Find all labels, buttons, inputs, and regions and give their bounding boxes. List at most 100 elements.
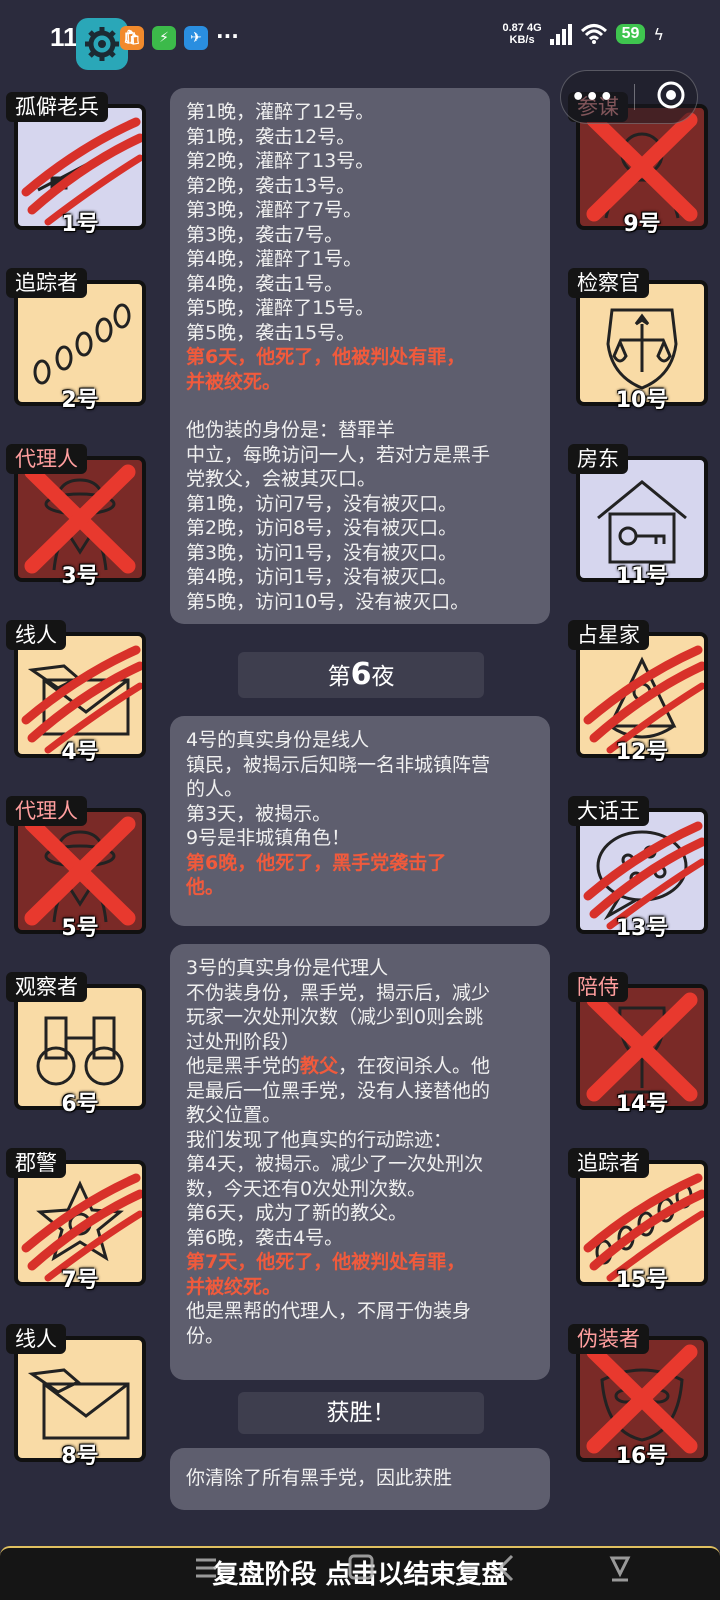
player-number: 7号 [61, 1268, 99, 1293]
player-number: 12号 [615, 740, 669, 765]
player-slot-2号[interactable]: 追踪者 2号 [6, 268, 146, 418]
player-number: 11号 [615, 564, 669, 589]
player-slot-4号[interactable]: 线人 4号 [6, 620, 146, 770]
log-line: 第2晚，袭击13号。 [186, 174, 356, 197]
player-number: 5号 [61, 916, 99, 941]
close-target-icon[interactable] [655, 79, 687, 115]
log-line: 是最后一位黑手党，没有人接替他的 [186, 1079, 491, 1102]
telegram-icon: ✈ [184, 26, 208, 50]
player-role-label: 孤僻老兵 [6, 92, 108, 122]
victory-header: 获胜！ [238, 1392, 484, 1434]
player-role-label: 郡警 [6, 1148, 66, 1178]
death-notice: 第6天，他死了，他被判处有罪， [186, 346, 466, 368]
log-line: 第5晚，访问10号，没有被灭口。 [186, 590, 470, 613]
log-entry-victory: 你清除了所有黑手党，因此获胜 [170, 1448, 550, 1510]
player-slot-7号[interactable]: 郡警 7号 [6, 1148, 146, 1298]
player-slot-1号[interactable]: 孤僻老兵 1号 [6, 92, 146, 242]
player-slot-5号[interactable]: 代理人 5号 [6, 796, 146, 946]
log-line: 第5晚，灌醉了15号。 [186, 297, 375, 319]
player-slot-3号[interactable]: 代理人 3号 [6, 444, 146, 594]
player-role-label: 房东 [568, 444, 628, 474]
player-slot-15号[interactable]: 追踪者 15号 [568, 1148, 708, 1298]
log-line: 第3晚，灌醉了7号。 [186, 199, 363, 221]
player-slot-12号[interactable]: 占星家 12号 [568, 620, 708, 770]
player-slot-11号[interactable]: 房东 11号 [568, 444, 708, 594]
death-notice: 并被绞死。 [186, 370, 282, 393]
player-number: 16号 [615, 1444, 669, 1469]
victory-text: 你清除了所有黑手党，因此获胜 [186, 1467, 453, 1489]
player-slot-14号[interactable]: 陪侍 14号 [568, 972, 708, 1122]
player-role-label: 追踪者 [6, 268, 87, 298]
log-line: 过处刑阶段） [186, 1030, 301, 1053]
log-line: 我们发现了他真实的行动踪迹： [186, 1128, 453, 1151]
log-line: 他是黑手党的教父，在夜间杀人。他 [186, 1055, 491, 1077]
death-notice: 并被绞死。 [186, 1275, 282, 1298]
death-notice: 第7天，他死了，他被判处有罪， [186, 1251, 466, 1273]
log-line: 第6天，成为了新的教父。 [186, 1202, 408, 1224]
more-notifications-icon: ··· [216, 24, 239, 48]
log-line: 第1晚，袭击12号。 [186, 125, 356, 148]
player-slot-13号[interactable]: 大话王 13号 [568, 796, 708, 946]
log-entry-informant: 4号的真实身份是线人 镇民，被揭示后知晓一名非城镇阵营 的人。 第3天，被揭示。… [170, 716, 550, 926]
player-role-label: 代理人 [6, 444, 87, 474]
log-line: 教父位置。 [186, 1104, 282, 1126]
wifi-icon [580, 24, 607, 44]
log-entry-scapegoat: 第1晚，灌醉了12号。 第1晚，袭击12号。 第2晚，灌醉了13号。 第2晚，袭… [170, 88, 550, 624]
charging-app-icon: ⚡ [152, 26, 176, 50]
player-slot-8号[interactable]: 线人 8号 [6, 1324, 146, 1474]
log-line: 第2晚，访问8号，没有被灭口。 [186, 517, 458, 539]
player-slot-6号[interactable]: 观察者 6号 [6, 972, 146, 1122]
player-slot-10号[interactable]: 检察官 10号 [568, 268, 708, 418]
player-role-label: 大话王 [568, 796, 649, 826]
player-role-label: 检察官 [568, 268, 649, 298]
death-notice: 他。 [186, 876, 225, 898]
player-number: 1号 [61, 212, 99, 237]
godfather-highlight: 教父 [300, 1055, 339, 1077]
log-line: 9号是非城镇角色！ [186, 827, 351, 849]
mini-program-capsule: ••• [560, 70, 698, 124]
player-role-label: 陪侍 [568, 972, 628, 1002]
player-number: 15号 [615, 1268, 669, 1293]
log-line: 第3天，被揭示。 [186, 802, 332, 825]
player-number: 2号 [61, 388, 99, 413]
more-menu-icon[interactable]: ••• [571, 85, 613, 110]
log-line: 数，今天还有0次处刑次数。 [186, 1177, 427, 1200]
log-entry-agent: 3号的真实身份是代理人 不伪装身份，黑手党，揭示后，减少 玩家一次处刑次数（减少… [170, 944, 550, 1380]
log-line: 镇民，被揭示后知晓一名非城镇阵营 [186, 753, 491, 776]
log-line: 第4晚，访问1号，没有被灭口。 [186, 566, 458, 588]
player-slot-16号[interactable]: 伪装者 16号 [568, 1324, 708, 1474]
role-description: 党教父，会被其灭口。 [186, 468, 377, 490]
player-number: 4号 [61, 740, 99, 765]
log-line: 第4晚，灌醉了1号。 [186, 248, 363, 270]
player-role-label: 线人 [6, 620, 66, 650]
log-line: 的人。 [186, 778, 244, 800]
player-role-label: 占星家 [568, 620, 649, 650]
log-line: 4号的真实身份是线人 [186, 729, 370, 751]
log-line: 第1晚，灌醉了12号。 [186, 101, 375, 123]
log-line: 第2晚，灌醉了13号。 [186, 150, 375, 172]
player-number: 3号 [61, 564, 99, 589]
log-line: 第3晚，袭击7号。 [186, 223, 344, 246]
player-number: 10号 [615, 388, 669, 413]
player-number: 13号 [615, 916, 669, 941]
role-description: 中立，每晚访问一人，若对方是黑手 [186, 443, 491, 466]
status-bar: 11:09 🛍 ⚡ ✈ ··· 0.87 4G KB/s 59 ϟ [0, 0, 720, 80]
log-line: 第4晚，袭击1号。 [186, 272, 344, 295]
player-number: 9号 [623, 212, 661, 237]
log-line: 份。 [186, 1324, 225, 1347]
night-header: 第6夜 [238, 652, 484, 698]
battery-level: 59 [615, 24, 646, 44]
log-line: 第5晚，袭击15号。 [186, 321, 356, 344]
network-speed: 0.87 4G KB/s [502, 22, 542, 46]
player-role-label: 追踪者 [568, 1148, 649, 1178]
log-line: 第3晚，访问1号，没有被灭口。 [186, 541, 458, 564]
end-review-button[interactable]: 复盘阶段 点击以结束复盘 [0, 1546, 720, 1600]
player-role-label: 观察者 [6, 972, 87, 1002]
player-number: 6号 [61, 1092, 99, 1117]
player-number: 14号 [615, 1092, 669, 1117]
shopping-app-icon: 🛍 [120, 26, 144, 50]
log-line: 第6晚，袭击4号。 [186, 1226, 344, 1249]
log-line: 第4天，被揭示。减少了一次处刑次 [186, 1153, 484, 1175]
death-notice: 第6晚，他死了，黑手党袭击了 [186, 851, 447, 874]
charging-icon: ϟ [653, 24, 664, 44]
